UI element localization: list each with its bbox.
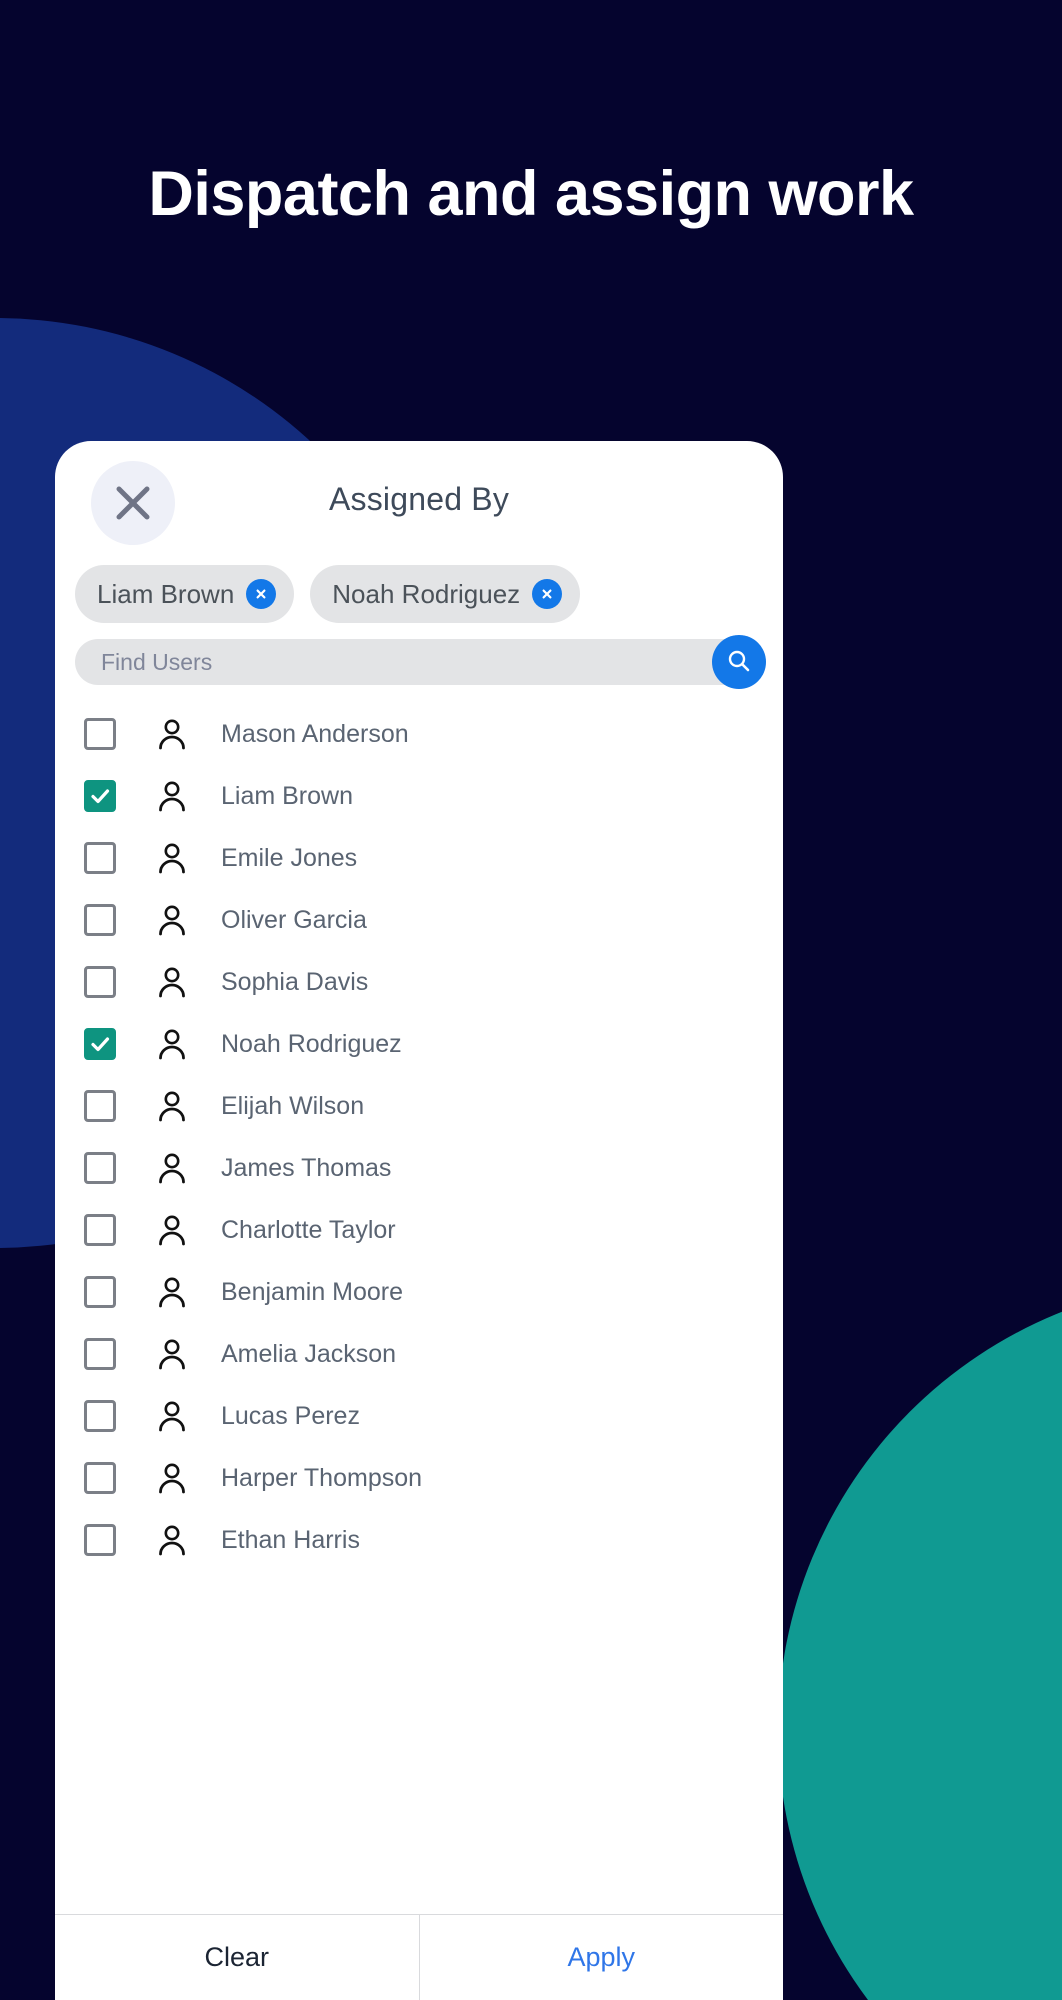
user-list-item[interactable]: Emile Jones	[75, 827, 783, 889]
user-name: Amelia Jackson	[221, 1339, 397, 1368]
decorative-teal-circle	[778, 1280, 1062, 2000]
user-list-item[interactable]: Noah Rodriguez	[75, 1013, 783, 1075]
person-icon	[149, 779, 195, 813]
search-row	[75, 635, 766, 689]
chip-label: Liam Brown	[97, 578, 235, 609]
user-list-item[interactable]: Charlotte Taylor	[75, 1199, 783, 1261]
user-name: Lucas Perez	[221, 1401, 360, 1430]
assigned-by-modal: Assigned By Liam Brown Noah Rodriguez Mas…	[55, 441, 783, 2000]
person-icon	[149, 717, 195, 751]
modal-title: Assigned By	[328, 481, 510, 517]
close-circle-icon[interactable]	[246, 579, 277, 609]
user-name: Elijah Wilson	[221, 1091, 365, 1120]
checkbox-unchecked[interactable]	[84, 1524, 116, 1556]
search-input[interactable]	[75, 639, 763, 685]
app-root: Dispatch and assign work Assigned By Lia…	[0, 0, 1062, 2000]
close-circle-icon[interactable]	[532, 579, 563, 609]
person-icon	[149, 1151, 195, 1185]
user-list-item[interactable]: Lucas Perez	[75, 1385, 783, 1447]
checkbox-unchecked[interactable]	[84, 842, 116, 874]
user-list-item[interactable]: Harper Thompson	[75, 1447, 783, 1509]
checkbox-unchecked[interactable]	[84, 1090, 116, 1122]
user-name: Oliver Garcia	[221, 905, 367, 934]
selected-chips-row: Liam Brown Noah Rodriguez	[55, 563, 783, 625]
user-list[interactable]: Mason Anderson Liam Brown Emile Jones Olive…	[55, 703, 783, 1914]
person-icon	[149, 1399, 195, 1433]
checkbox-unchecked[interactable]	[84, 1400, 116, 1432]
search-button[interactable]	[712, 635, 766, 689]
page-title: Dispatch and assign work	[148, 159, 914, 229]
person-icon	[149, 1027, 195, 1061]
checkbox-unchecked[interactable]	[84, 718, 116, 750]
checkbox-unchecked[interactable]	[84, 966, 116, 998]
user-list-item[interactable]: Ethan Harris	[75, 1509, 783, 1571]
person-icon	[149, 1089, 195, 1123]
person-icon	[149, 1461, 195, 1495]
user-name: Emile Jones	[221, 843, 358, 872]
checkbox-checked[interactable]	[84, 780, 116, 812]
user-name: Benjamin Moore	[221, 1277, 404, 1306]
user-name: Mason Anderson	[221, 719, 409, 748]
person-icon	[149, 1213, 195, 1247]
person-icon	[149, 1275, 195, 1309]
modal-footer: Clear Apply	[55, 1914, 783, 2000]
user-name: Ethan Harris	[221, 1525, 360, 1554]
user-name: Sophia Davis	[221, 967, 369, 996]
user-name: Liam Brown	[221, 781, 353, 810]
checkbox-unchecked[interactable]	[84, 1276, 116, 1308]
checkbox-checked[interactable]	[84, 1028, 116, 1060]
person-icon	[149, 841, 195, 875]
chip-label: Noah Rodriguez	[332, 578, 521, 609]
selected-chip[interactable]: Liam Brown	[75, 565, 295, 623]
checkbox-unchecked[interactable]	[84, 1462, 116, 1494]
person-icon	[149, 965, 195, 999]
checkbox-unchecked[interactable]	[84, 1152, 116, 1184]
user-list-item[interactable]: Elijah Wilson	[75, 1075, 783, 1137]
user-list-item[interactable]: Benjamin Moore	[75, 1261, 783, 1323]
person-icon	[149, 1523, 195, 1557]
person-icon	[149, 903, 195, 937]
user-list-item[interactable]: James Thomas	[75, 1137, 783, 1199]
user-list-item[interactable]: Liam Brown	[75, 765, 783, 827]
user-list-item[interactable]: Mason Anderson	[75, 703, 783, 765]
user-list-item[interactable]: Sophia Davis	[75, 951, 783, 1013]
checkbox-unchecked[interactable]	[84, 1214, 116, 1246]
checkbox-unchecked[interactable]	[84, 904, 116, 936]
user-list-item[interactable]: Amelia Jackson	[75, 1323, 783, 1385]
clear-button[interactable]: Clear	[55, 1915, 419, 2000]
user-list-item[interactable]: Oliver Garcia	[75, 889, 783, 951]
search-icon	[725, 647, 753, 678]
user-name: James Thomas	[221, 1153, 392, 1182]
user-name: Noah Rodriguez	[221, 1029, 402, 1058]
selected-chip[interactable]: Noah Rodriguez	[310, 565, 581, 623]
modal-header: Assigned By	[55, 441, 783, 563]
person-icon	[149, 1337, 195, 1371]
apply-button[interactable]: Apply	[418, 1915, 784, 2000]
user-name: Charlotte Taylor	[221, 1215, 396, 1244]
user-name: Harper Thompson	[221, 1463, 423, 1492]
checkbox-unchecked[interactable]	[84, 1338, 116, 1370]
